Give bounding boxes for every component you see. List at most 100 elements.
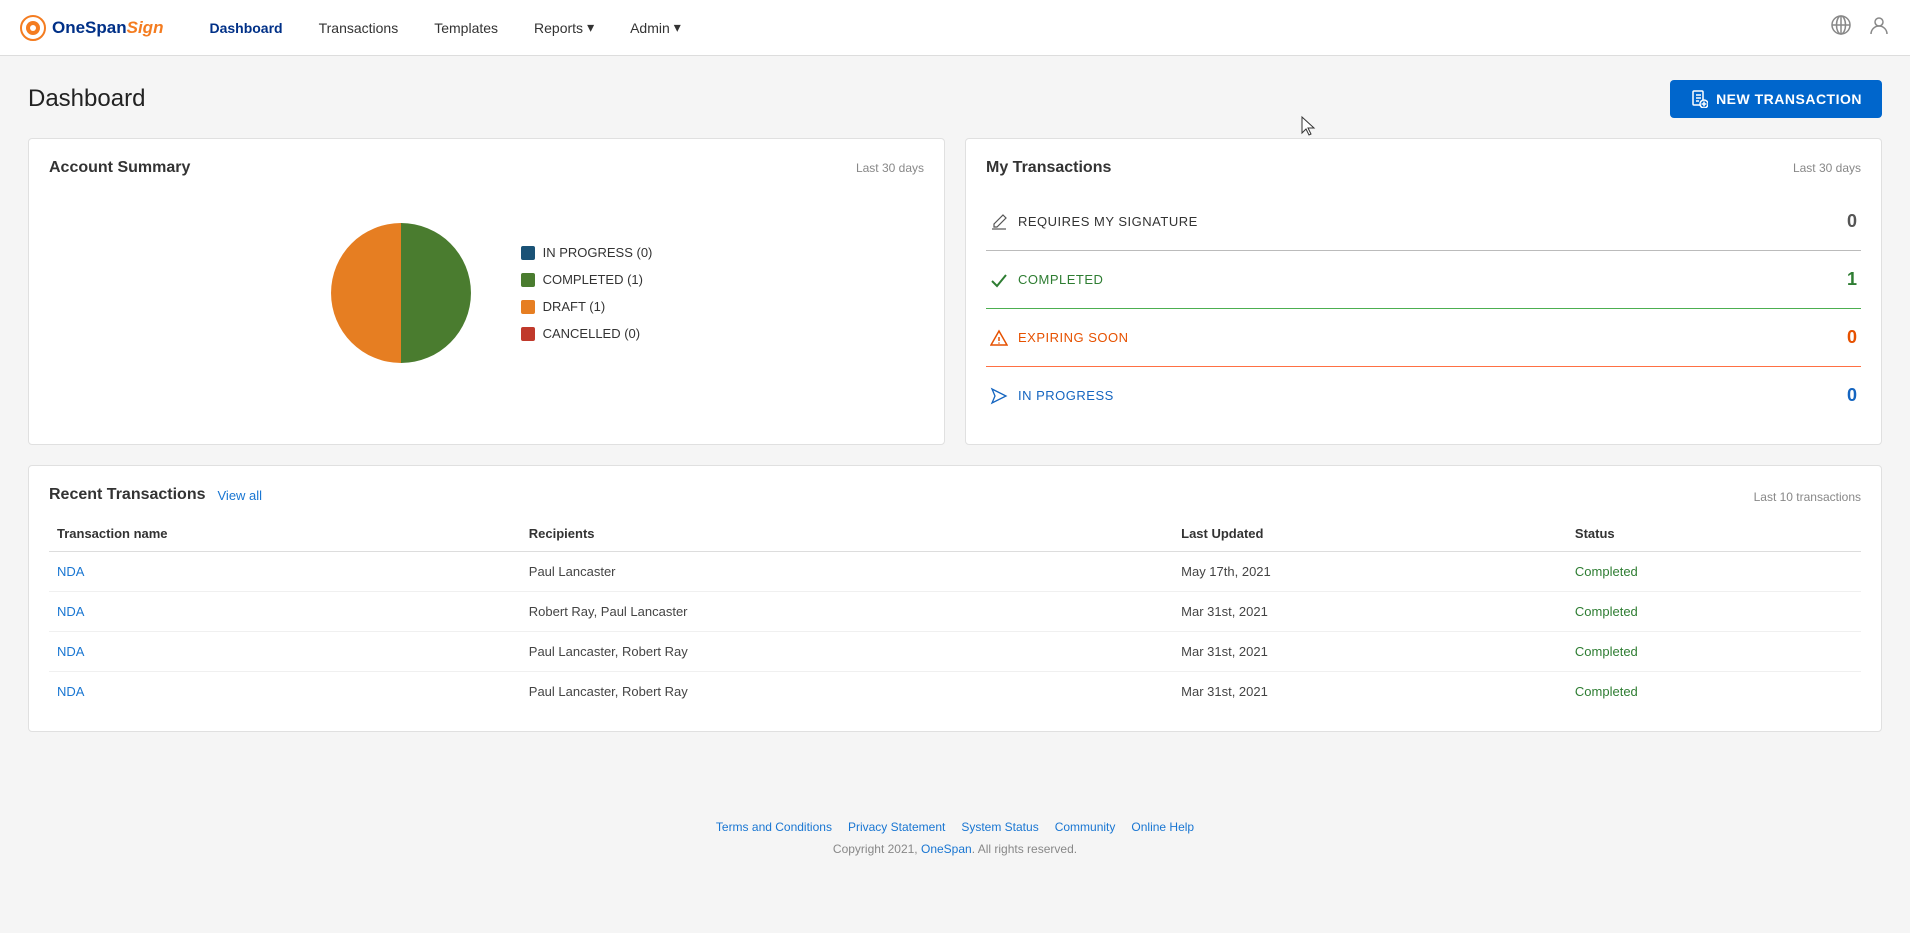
cell-status: Completed [1567, 592, 1861, 632]
transaction-link[interactable]: NDA [57, 604, 84, 619]
logo[interactable]: OneSpanSign [20, 15, 163, 41]
cell-recipients: Paul Lancaster, Robert Ray [521, 672, 1173, 712]
account-summary-subtitle: Last 30 days [856, 161, 924, 175]
transaction-link[interactable]: NDA [57, 644, 84, 659]
trans-count-expiring-soon: 0 [1847, 327, 1857, 348]
trans-label-expiring-soon: EXPIRING SOON [990, 329, 1129, 347]
pen-icon [990, 213, 1008, 231]
recent-transactions-table: Transaction name Recipients Last Updated… [49, 516, 1861, 711]
nav-admin[interactable]: Admin ▾ [616, 11, 695, 44]
trans-row-expiring-soon[interactable]: EXPIRING SOON 0 [986, 309, 1861, 367]
account-summary-title: Account Summary [49, 159, 190, 177]
cell-name: NDA [49, 592, 521, 632]
nav-templates[interactable]: Templates [420, 12, 512, 44]
check-icon [990, 271, 1008, 289]
globe-icon[interactable] [1830, 14, 1852, 41]
warning-icon [990, 329, 1008, 347]
table-row: NDA Paul Lancaster, Robert Ray Mar 31st,… [49, 672, 1861, 712]
page-content: Dashboard NEW TRANSACTION Account Summar… [0, 56, 1910, 756]
table-row: NDA Paul Lancaster, Robert Ray Mar 31st,… [49, 632, 1861, 672]
legend-dot-draft [521, 300, 535, 314]
cell-recipients: Paul Lancaster [521, 552, 1173, 592]
my-transactions-subtitle: Last 30 days [1793, 161, 1861, 175]
col-last-updated: Last Updated [1173, 516, 1567, 552]
legend-cancelled: CANCELLED (0) [521, 326, 653, 341]
trans-row-completed[interactable]: COMPLETED 1 [986, 251, 1861, 309]
trans-row-in-progress[interactable]: IN PROGRESS 0 [986, 367, 1861, 424]
legend-draft: DRAFT (1) [521, 299, 653, 314]
pie-svg [321, 213, 481, 373]
account-summary-header: Account Summary Last 30 days [49, 159, 924, 177]
trans-count-in-progress: 0 [1847, 385, 1857, 406]
my-transactions-panel: My Transactions Last 30 days REQUIRES MY… [965, 138, 1882, 445]
col-recipients: Recipients [521, 516, 1173, 552]
navbar: OneSpanSign Dashboard Transactions Templ… [0, 0, 1910, 56]
cell-status: Completed [1567, 632, 1861, 672]
chevron-down-icon: ▾ [587, 19, 594, 36]
send-icon [990, 387, 1008, 405]
document-icon [1690, 90, 1708, 108]
trans-row-requires-signature[interactable]: REQUIRES MY SIGNATURE 0 [986, 193, 1861, 251]
footer-system-status[interactable]: System Status [961, 820, 1038, 834]
chart-area: IN PROGRESS (0) COMPLETED (1) DRAFT (1) … [49, 193, 924, 393]
my-transactions-title: My Transactions [986, 159, 1111, 177]
trans-label-in-progress: IN PROGRESS [990, 387, 1114, 405]
table-header: Transaction name Recipients Last Updated… [49, 516, 1861, 552]
trans-count-requires-signature: 0 [1847, 211, 1857, 232]
legend-completed: COMPLETED (1) [521, 272, 653, 287]
nav-reports[interactable]: Reports ▾ [520, 11, 608, 44]
table-row: NDA Robert Ray, Paul Lancaster Mar 31st,… [49, 592, 1861, 632]
recent-transactions-section: Recent Transactions View all Last 10 tra… [28, 465, 1882, 732]
cell-status: Completed [1567, 672, 1861, 712]
recent-transactions-header: Recent Transactions View all [49, 486, 262, 504]
user-icon[interactable] [1868, 14, 1890, 41]
legend-in-progress: IN PROGRESS (0) [521, 245, 653, 260]
footer: Terms and Conditions Privacy Statement S… [0, 796, 1910, 872]
footer-community[interactable]: Community [1055, 820, 1116, 834]
account-summary-panel: Account Summary Last 30 days [28, 138, 945, 445]
pie-chart [321, 213, 481, 373]
footer-terms[interactable]: Terms and Conditions [716, 820, 832, 834]
footer-links: Terms and Conditions Privacy Statement S… [20, 820, 1890, 834]
logo-icon [20, 15, 46, 41]
view-all-link[interactable]: View all [218, 488, 263, 503]
cell-last-updated: Mar 31st, 2021 [1173, 672, 1567, 712]
footer-privacy[interactable]: Privacy Statement [848, 820, 945, 834]
trans-label-requires-signature: REQUIRES MY SIGNATURE [990, 213, 1198, 231]
legend-dot-in-progress [521, 246, 535, 260]
nav-transactions[interactable]: Transactions [305, 12, 413, 44]
cell-recipients: Robert Ray, Paul Lancaster [521, 592, 1173, 632]
col-transaction-name: Transaction name [49, 516, 521, 552]
my-transactions-header: My Transactions Last 30 days [986, 159, 1861, 177]
last-transactions-label: Last 10 transactions [1754, 490, 1861, 504]
cell-last-updated: May 17th, 2021 [1173, 552, 1567, 592]
page-title: Dashboard [28, 85, 145, 113]
dashboard-grid: Account Summary Last 30 days [28, 138, 1882, 445]
logo-text: OneSpanSign [52, 18, 163, 38]
cell-last-updated: Mar 31st, 2021 [1173, 592, 1567, 632]
footer-online-help[interactable]: Online Help [1131, 820, 1194, 834]
cell-last-updated: Mar 31st, 2021 [1173, 632, 1567, 672]
transaction-link[interactable]: NDA [57, 684, 84, 699]
nav-right [1830, 14, 1890, 41]
cell-name: NDA [49, 632, 521, 672]
trans-count-completed: 1 [1847, 269, 1857, 290]
table-row: NDA Paul Lancaster May 17th, 2021 Comple… [49, 552, 1861, 592]
copyright: Copyright 2021, OneSpan. All rights rese… [20, 842, 1890, 856]
transactions-body: NDA Paul Lancaster May 17th, 2021 Comple… [49, 552, 1861, 712]
transaction-link[interactable]: NDA [57, 564, 84, 579]
trans-label-completed: COMPLETED [990, 271, 1103, 289]
recent-transactions-title: Recent Transactions [49, 486, 206, 504]
new-transaction-button[interactable]: NEW TRANSACTION [1670, 80, 1882, 118]
cell-name: NDA [49, 672, 521, 712]
cell-status: Completed [1567, 552, 1861, 592]
cell-name: NDA [49, 552, 521, 592]
nav-links: Dashboard Transactions Templates Reports… [195, 11, 694, 44]
legend-dot-completed [521, 273, 535, 287]
chevron-down-icon: ▾ [674, 19, 681, 36]
chart-legend: IN PROGRESS (0) COMPLETED (1) DRAFT (1) … [521, 245, 653, 341]
legend-dot-cancelled [521, 327, 535, 341]
cell-recipients: Paul Lancaster, Robert Ray [521, 632, 1173, 672]
nav-dashboard[interactable]: Dashboard [195, 12, 296, 44]
col-status: Status [1567, 516, 1861, 552]
